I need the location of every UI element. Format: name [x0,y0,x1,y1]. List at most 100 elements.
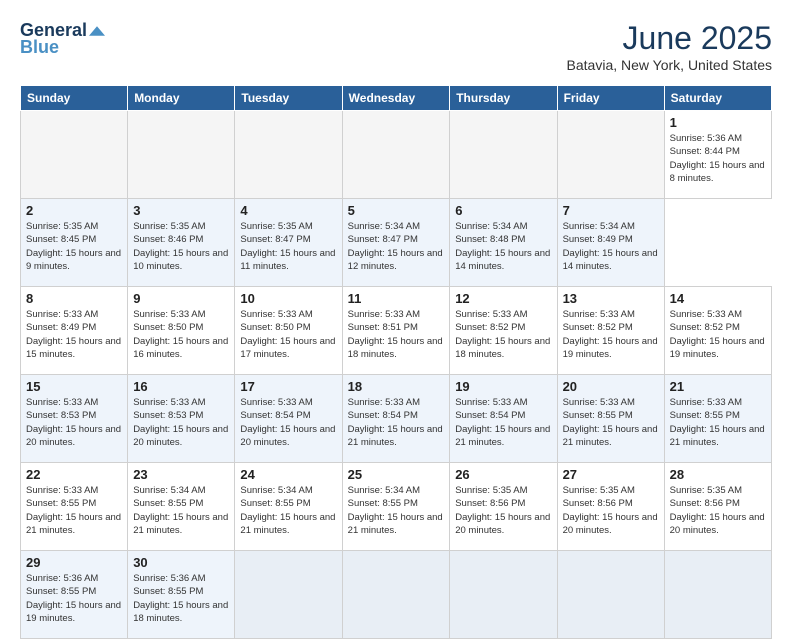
month-title: June 2025 [567,20,772,57]
day-number: 28 [670,467,766,482]
day-number: 4 [240,203,336,218]
day-info: Sunrise: 5:36 AMSunset: 8:55 PMDaylight:… [26,572,122,625]
day-info: Sunrise: 5:33 AMSunset: 8:52 PMDaylight:… [455,308,551,361]
table-row: 18 Sunrise: 5:33 AMSunset: 8:54 PMDayligh… [342,375,450,463]
day-info: Sunrise: 5:33 AMSunset: 8:55 PMDaylight:… [670,396,766,449]
day-number: 1 [670,115,766,130]
calendar-header-row: Sunday Monday Tuesday Wednesday Thursday… [21,86,772,111]
header-saturday: Saturday [664,86,771,111]
table-row: 29 Sunrise: 5:36 AMSunset: 8:55 PMDayligh… [21,551,128,639]
table-row: 4 Sunrise: 5:35 AMSunset: 8:47 PMDaylight… [235,199,342,287]
day-info: Sunrise: 5:35 AMSunset: 8:47 PMDaylight:… [240,220,336,273]
day-info: Sunrise: 5:34 AMSunset: 8:49 PMDaylight:… [563,220,659,273]
calendar-table: Sunday Monday Tuesday Wednesday Thursday… [20,85,772,639]
day-info: Sunrise: 5:35 AMSunset: 8:56 PMDaylight:… [455,484,551,537]
table-row: 23 Sunrise: 5:34 AMSunset: 8:55 PMDayligh… [128,463,235,551]
day-number: 12 [455,291,551,306]
day-number: 27 [563,467,659,482]
day-number: 23 [133,467,229,482]
day-number: 5 [348,203,445,218]
table-row: 26Sunrise: 5:35 AMSunset: 8:56 PMDayligh… [450,463,557,551]
table-row: 21 Sunrise: 5:33 AMSunset: 8:55 PMDayligh… [664,375,771,463]
header-tuesday: Tuesday [235,86,342,111]
table-row [21,111,128,199]
day-info: Sunrise: 5:33 AMSunset: 8:53 PMDaylight:… [133,396,229,449]
day-number: 25 [348,467,445,482]
day-number: 19 [455,379,551,394]
table-row: 30Sunrise: 5:36 AMSunset: 8:55 PMDayligh… [128,551,235,639]
table-row [557,551,664,639]
day-number: 9 [133,291,229,306]
day-info: Sunrise: 5:33 AMSunset: 8:53 PMDaylight:… [26,396,122,449]
header-monday: Monday [128,86,235,111]
table-row: 9 Sunrise: 5:33 AMSunset: 8:50 PMDaylight… [128,287,235,375]
day-number: 29 [26,555,122,570]
day-info: Sunrise: 5:33 AMSunset: 8:55 PMDaylight:… [26,484,122,537]
calendar-week-row: 22Sunrise: 5:33 AMSunset: 8:55 PMDayligh… [21,463,772,551]
table-row: 11 Sunrise: 5:33 AMSunset: 8:51 PMDayligh… [342,287,450,375]
day-info: Sunrise: 5:34 AMSunset: 8:55 PMDaylight:… [133,484,229,537]
table-row [450,551,557,639]
day-number: 6 [455,203,551,218]
table-row: 3 Sunrise: 5:35 AMSunset: 8:46 PMDaylight… [128,199,235,287]
day-number: 10 [240,291,336,306]
table-row: 22Sunrise: 5:33 AMSunset: 8:55 PMDayligh… [21,463,128,551]
calendar-page: General Blue June 2025 Batavia, New York… [0,0,792,612]
day-number: 11 [348,291,445,306]
day-number: 17 [240,379,336,394]
table-row: 1 Sunrise: 5:36 AMSunset: 8:44 PMDaylight… [664,111,771,199]
day-info: Sunrise: 5:33 AMSunset: 8:50 PMDaylight:… [240,308,336,361]
table-row: 15 Sunrise: 5:33 AMSunset: 8:53 PMDayligh… [21,375,128,463]
day-info: Sunrise: 5:35 AMSunset: 8:45 PMDaylight:… [26,220,122,273]
calendar-week-row: 29 Sunrise: 5:36 AMSunset: 8:55 PMDayligh… [21,551,772,639]
calendar-week-row: 1 Sunrise: 5:36 AMSunset: 8:44 PMDaylight… [21,111,772,199]
header-wednesday: Wednesday [342,86,450,111]
location: Batavia, New York, United States [567,57,772,73]
table-row: 16Sunrise: 5:33 AMSunset: 8:53 PMDayligh… [128,375,235,463]
table-row [235,111,342,199]
day-info: Sunrise: 5:36 AMSunset: 8:44 PMDaylight:… [670,132,766,185]
day-number: 24 [240,467,336,482]
table-row: 6 Sunrise: 5:34 AMSunset: 8:48 PMDaylight… [450,199,557,287]
table-row: 12 Sunrise: 5:33 AMSunset: 8:52 PMDayligh… [450,287,557,375]
table-row [128,111,235,199]
day-info: Sunrise: 5:33 AMSunset: 8:54 PMDaylight:… [240,396,336,449]
calendar-week-row: 15 Sunrise: 5:33 AMSunset: 8:53 PMDayligh… [21,375,772,463]
day-number: 15 [26,379,122,394]
day-info: Sunrise: 5:33 AMSunset: 8:52 PMDaylight:… [563,308,659,361]
day-number: 14 [670,291,766,306]
day-number: 18 [348,379,445,394]
day-info: Sunrise: 5:34 AMSunset: 8:48 PMDaylight:… [455,220,551,273]
table-row [450,111,557,199]
table-row: 5Sunrise: 5:34 AMSunset: 8:47 PMDaylight… [342,199,450,287]
logo: General Blue [20,20,105,58]
table-row [342,111,450,199]
table-row: 10 Sunrise: 5:33 AMSunset: 8:50 PMDayligh… [235,287,342,375]
day-number: 13 [563,291,659,306]
day-info: Sunrise: 5:33 AMSunset: 8:54 PMDaylight:… [348,396,445,449]
day-info: Sunrise: 5:33 AMSunset: 8:49 PMDaylight:… [26,308,122,361]
table-row: 20Sunrise: 5:33 AMSunset: 8:55 PMDayligh… [557,375,664,463]
table-row [557,111,664,199]
table-row [342,551,450,639]
day-number: 3 [133,203,229,218]
day-info: Sunrise: 5:33 AMSunset: 8:50 PMDaylight:… [133,308,229,361]
table-row: 2Sunrise: 5:35 AMSunset: 8:45 PMDaylight… [21,199,128,287]
title-area: June 2025 Batavia, New York, United Stat… [567,20,772,73]
day-info: Sunrise: 5:33 AMSunset: 8:51 PMDaylight:… [348,308,445,361]
day-info: Sunrise: 5:35 AMSunset: 8:56 PMDaylight:… [563,484,659,537]
table-row [664,551,771,639]
table-row: 13 Sunrise: 5:33 AMSunset: 8:52 PMDayligh… [557,287,664,375]
table-row: 14Sunrise: 5:33 AMSunset: 8:52 PMDayligh… [664,287,771,375]
day-info: Sunrise: 5:36 AMSunset: 8:55 PMDaylight:… [133,572,229,625]
calendar-week-row: 8Sunrise: 5:33 AMSunset: 8:49 PMDaylight… [21,287,772,375]
day-number: 20 [563,379,659,394]
day-info: Sunrise: 5:33 AMSunset: 8:54 PMDaylight:… [455,396,551,449]
table-row: 7Sunrise: 5:34 AMSunset: 8:49 PMDaylight… [557,199,664,287]
day-info: Sunrise: 5:35 AMSunset: 8:56 PMDaylight:… [670,484,766,537]
header-sunday: Sunday [21,86,128,111]
header: General Blue June 2025 Batavia, New York… [20,20,772,73]
day-info: Sunrise: 5:35 AMSunset: 8:46 PMDaylight:… [133,220,229,273]
day-number: 21 [670,379,766,394]
header-friday: Friday [557,86,664,111]
